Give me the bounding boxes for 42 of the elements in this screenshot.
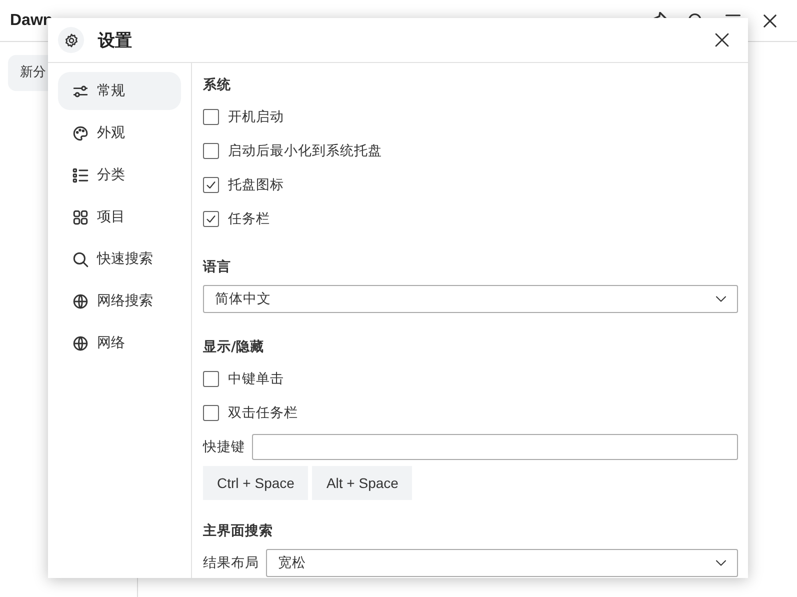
nav-item[interactable]: 常规: [58, 72, 181, 110]
palette-icon: [72, 124, 89, 142]
close-icon: [714, 32, 730, 48]
globe-search-icon: [72, 292, 89, 310]
input-field[interactable]: [252, 434, 738, 460]
nav-item[interactable]: 网络搜索: [58, 282, 181, 320]
checkbox[interactable]: [203, 143, 219, 159]
field-label: 结果布局: [203, 554, 259, 572]
check-icon: [205, 179, 217, 191]
dropdown[interactable]: 宽松: [266, 549, 738, 577]
nav-item[interactable]: 外观: [58, 114, 181, 152]
search-icon: [72, 250, 89, 268]
dropdown[interactable]: 简体中文: [203, 285, 738, 313]
checkbox-label: 托盘图标: [228, 176, 284, 194]
gear-icon: [58, 27, 84, 53]
nav-item[interactable]: 分类: [58, 156, 181, 194]
checkbox[interactable]: [203, 371, 219, 387]
shortcut-button[interactable]: Alt + Space: [312, 466, 412, 500]
checkbox-label: 双击任务栏: [228, 404, 298, 422]
nav-item[interactable]: 项目: [58, 198, 181, 236]
section-title: 系统: [203, 76, 232, 95]
checkbox-label: 启动后最小化到系统托盘: [228, 142, 382, 160]
checkbox[interactable]: [203, 211, 219, 227]
section-title: 语言: [203, 258, 232, 277]
checkbox[interactable]: [203, 405, 219, 421]
checkbox[interactable]: [203, 109, 219, 125]
shortcut-button[interactable]: Ctrl + Space: [203, 466, 308, 500]
grid-icon: [72, 208, 89, 226]
dialog-title: 设置: [98, 30, 133, 52]
list-icon: [72, 166, 89, 184]
checkbox-label: 任务栏: [228, 210, 270, 228]
nav-item[interactable]: 网络: [58, 324, 181, 362]
checkbox[interactable]: [203, 177, 219, 193]
globe-icon: [72, 334, 89, 352]
field-label: 快捷键: [203, 438, 245, 456]
section-title: 显示/隐藏: [203, 338, 265, 357]
checkbox-label: 开机启动: [228, 108, 284, 126]
check-icon: [205, 213, 217, 225]
section-title: 主界面搜索: [203, 522, 274, 541]
close-icon: [761, 12, 779, 30]
checkbox-label: 中键单击: [228, 370, 284, 388]
nav-item[interactable]: 快速搜索: [58, 240, 181, 278]
